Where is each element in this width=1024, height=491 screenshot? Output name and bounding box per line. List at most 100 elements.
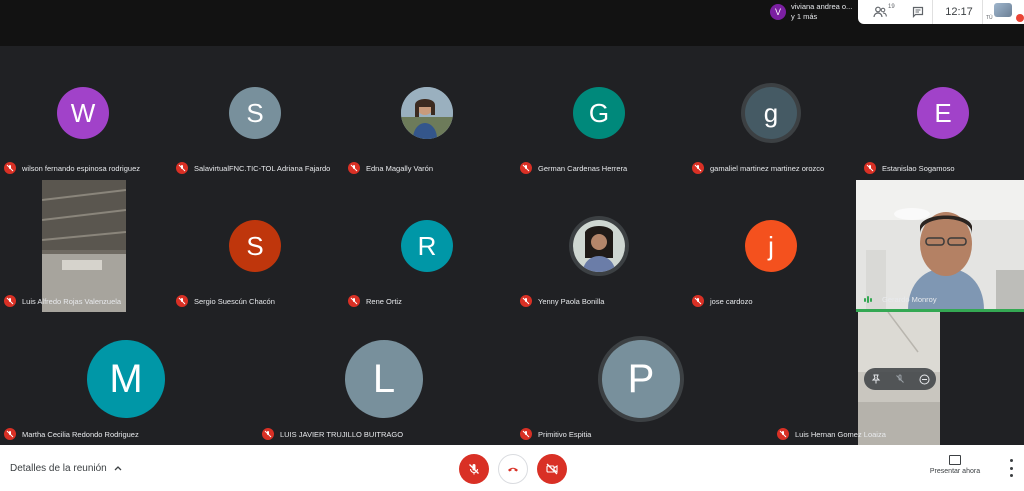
participant-avatar: S (229, 87, 281, 139)
participant-name-row: Martha Cecilia Redondo Rodriguez (4, 428, 139, 440)
mic-off-icon (692, 162, 704, 174)
tile-hover-controls (864, 368, 936, 390)
participant-avatar: S (229, 220, 281, 272)
participant-name-row: jose cardozo (692, 295, 753, 307)
participant-name: Edna Magally Varón (366, 163, 433, 173)
self-label: TÚ (986, 15, 993, 21)
self-muted-badge (1016, 14, 1024, 22)
mic-off-icon (520, 295, 532, 307)
self-video-thumbnail[interactable] (994, 3, 1012, 17)
banner-text: viviana andrea o... y 1 más (791, 2, 852, 22)
participant-photo (573, 220, 625, 272)
participant-avatar: M (87, 340, 165, 418)
mic-off-icon (469, 464, 479, 475)
clock: 12:17 (945, 6, 973, 18)
participant-name: Rene Ortiz (366, 296, 402, 306)
mic-off-icon (864, 162, 876, 174)
meeting-details-label: Detalles de la reunión (10, 462, 107, 474)
meeting-details-button[interactable]: Detalles de la reunión (10, 445, 123, 491)
banner-avatar: V (770, 4, 786, 20)
participant-avatar: j (745, 220, 797, 272)
participant-name: Primitivo Espitia (538, 429, 592, 439)
leave-call-button[interactable] (498, 454, 528, 484)
mic-off-icon (777, 428, 789, 440)
meeting-stage: V viviana andrea o... y 1 más 19 12:17 T… (0, 0, 1024, 445)
mic-off-icon (4, 162, 16, 174)
participant-name-row: Gerardo Monroy (864, 295, 937, 304)
video-frame (856, 180, 1024, 310)
participant-name: Luis Alfredo Rojas Valenzuela (22, 296, 122, 306)
divider (932, 0, 933, 24)
speaking-icon (864, 296, 876, 304)
participant-name-row: wilson fernando espinosa rodriguez (4, 162, 140, 174)
hang-up-icon (508, 467, 518, 472)
participant-name: wilson fernando espinosa rodriguez (22, 163, 140, 173)
mic-off-icon (692, 295, 704, 307)
participant-name: German Cardenas Herrera (538, 163, 628, 173)
participant-name-row: LUIS JAVIER TRUJILLO BUITRAGO (262, 428, 403, 440)
participant-banner[interactable]: V viviana andrea o... y 1 más (766, 0, 858, 24)
participant-name: jose cardozo (710, 296, 753, 306)
participant-avatar: L (345, 340, 423, 418)
participant-avatar: g (745, 87, 797, 139)
mic-off-icon[interactable] (893, 372, 907, 386)
mic-off-icon (348, 295, 360, 307)
participant-name-row: Rene Ortiz (348, 295, 402, 307)
video-frame (42, 180, 126, 312)
chat-button[interactable] (906, 0, 930, 24)
participant-video (42, 180, 126, 312)
people-button[interactable]: 19 (866, 0, 895, 24)
mic-toggle-button[interactable] (459, 454, 489, 484)
mic-off-icon (520, 428, 532, 440)
participant-name-row: Luis Alfredo Rojas Valenzuela (4, 295, 121, 307)
participant-name-row: German Cardenas Herrera (520, 162, 627, 174)
banner-line-1: viviana andrea o... (791, 2, 853, 11)
people-icon (873, 6, 887, 18)
profile-photo (401, 87, 453, 139)
participant-avatar: W (57, 87, 109, 139)
participant-name: Gerardo Monroy (882, 295, 937, 304)
participant-name: Sergio Suescún Chacón (194, 296, 275, 306)
participant-name: LUIS JAVIER TRUJILLO BUITRAGO (280, 429, 404, 439)
divider (982, 0, 983, 24)
more-options-button[interactable] (1004, 459, 1018, 477)
camera-toggle-button[interactable] (537, 454, 567, 484)
participant-name: Yenny Paola Bonilla (538, 296, 605, 306)
chat-icon (912, 6, 924, 18)
participant-name-row: Sergio Suescún Chacón (176, 295, 275, 307)
participant-avatar: G (573, 87, 625, 139)
participant-name-row: gamaliel martinez martinez orozco (692, 162, 824, 174)
mic-off-icon (4, 428, 16, 440)
people-count: 19 (888, 4, 895, 10)
pin-icon[interactable] (869, 372, 883, 386)
participant-name-row: Edna Magally Varón (348, 162, 433, 174)
participant-name-row: SalavirtualFNC.TIC-TOL Adriana Fajardo (176, 162, 330, 174)
participant-photo (401, 87, 453, 139)
participant-name-row: Luis Hernan Gomez Loaiza (777, 428, 886, 440)
participant-avatar: R (401, 220, 453, 272)
speaker-video (856, 180, 1024, 310)
participant-name: SalavirtualFNC.TIC-TOL Adriana Fajardo (194, 163, 331, 173)
participant-avatar: P (602, 340, 680, 418)
profile-photo (573, 220, 625, 272)
more-vert-icon (1009, 459, 1013, 462)
participant-name-row: Estanislao Sogamoso (864, 162, 955, 174)
participant-name: gamaliel martinez martinez orozco (710, 163, 825, 173)
remove-icon[interactable] (917, 372, 931, 386)
mic-off-icon (348, 162, 360, 174)
present-now-button[interactable]: Presentar ahora (924, 455, 986, 475)
participant-avatar: E (917, 87, 969, 139)
chevron-up-icon (114, 466, 122, 471)
mic-off-icon (262, 428, 274, 440)
bottom-bar: Detalles de la reunión Presentar ahora (0, 445, 1024, 491)
mic-off-icon (176, 295, 188, 307)
top-controls: 19 12:17 TÚ (858, 0, 1024, 24)
present-now-label: Presentar ahora (929, 468, 981, 475)
camera-off-icon (546, 463, 558, 475)
mic-off-icon (4, 295, 16, 307)
participant-name-row: Primitivo Espitia (520, 428, 591, 440)
participant-name: Luis Hernan Gomez Loaiza (795, 429, 886, 439)
present-screen-icon (949, 455, 961, 465)
participant-name: Estanislao Sogamoso (882, 163, 955, 173)
participant-name-row: Yenny Paola Bonilla (520, 295, 604, 307)
